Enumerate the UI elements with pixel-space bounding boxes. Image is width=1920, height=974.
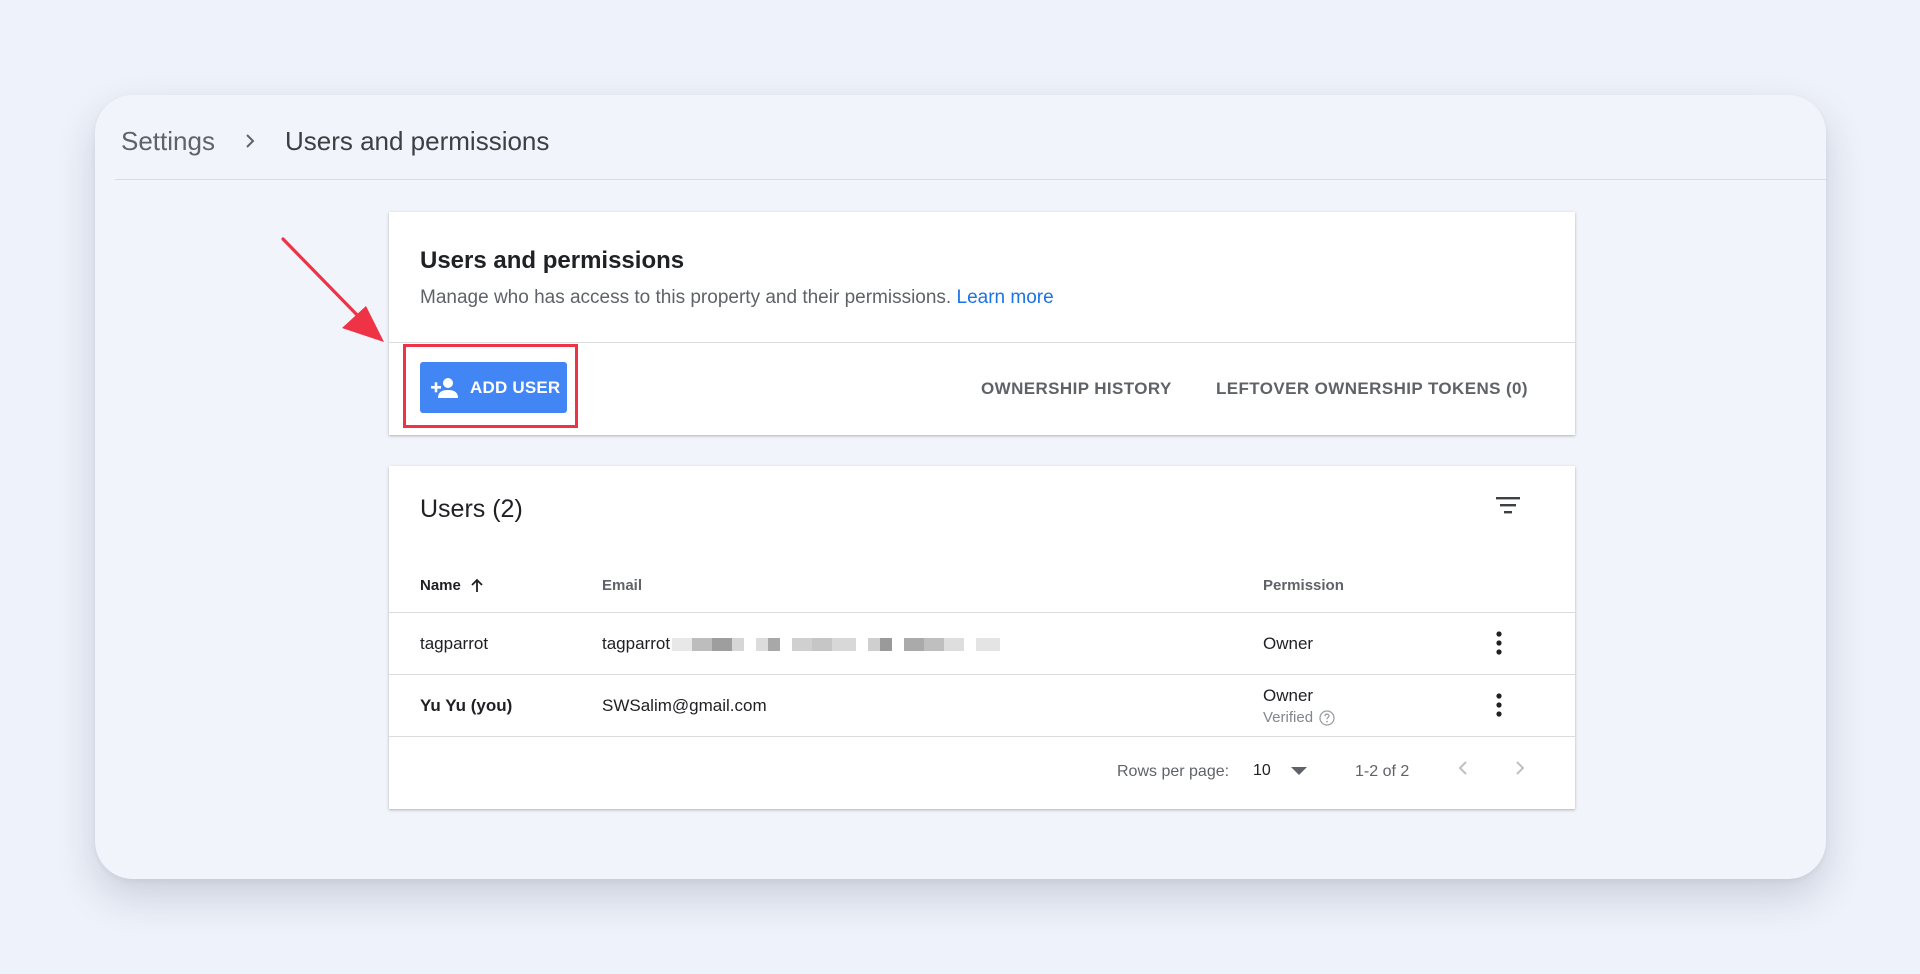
column-name-label: Name (420, 577, 461, 594)
person-add-icon (430, 376, 460, 400)
rows-per-page-label: Rows per page: (1117, 763, 1230, 780)
dropdown-triangle-icon (1290, 767, 1307, 775)
user-name: Yu Yu (you) (420, 696, 513, 715)
learn-more-link[interactable]: Learn more (957, 287, 1054, 308)
help-icon[interactable] (1319, 709, 1335, 726)
row-divider (389, 736, 1575, 737)
page-range: 1-2 of 2 (1355, 763, 1410, 780)
app-window: Settings Users and permissions Users and… (95, 95, 1826, 879)
card-title: Users and permissions (420, 247, 685, 274)
column-header-permission: Permission (1263, 577, 1344, 594)
chevron-left-icon[interactable] (1449, 754, 1477, 782)
chevron-right-icon[interactable] (1506, 754, 1534, 782)
users-table-card: Users (2) Name Email Permission tagparro… (389, 466, 1575, 809)
breadcrumb: Settings Users and permissions (121, 119, 549, 163)
breadcrumb-current: Users and permissions (284, 125, 550, 156)
description-text: Manage who has access to this property a… (420, 287, 952, 308)
user-name: tagparrot (420, 634, 489, 653)
user-permission: Owner (1263, 686, 1314, 705)
chevron-right-icon (235, 126, 265, 156)
breadcrumb-settings-link[interactable]: Settings (121, 126, 215, 157)
add-user-label: ADD USER (470, 377, 561, 397)
header-divider (115, 179, 1826, 180)
pointer-arrow-icon (281, 237, 384, 342)
header-row-divider (389, 612, 1575, 613)
row-divider (389, 674, 1575, 675)
filter-icon[interactable] (1494, 494, 1522, 518)
user-permission: Owner (1263, 634, 1314, 653)
user-email: tagparrot (602, 634, 1001, 654)
add-user-button[interactable]: ADD USER (420, 362, 567, 413)
more-vert-icon[interactable] (1487, 691, 1511, 719)
card-divider (389, 342, 1575, 343)
rows-per-page-value: 10 (1253, 762, 1271, 779)
users-title: Users (2) (420, 495, 523, 523)
rows-per-page-select[interactable]: 10 (1253, 756, 1315, 786)
redacted-email-block (672, 638, 1001, 652)
verified-status: Verified (1263, 709, 1335, 726)
leftover-tokens-button[interactable]: LEFTOVER OWNERSHIP TOKENS (0) (1216, 379, 1528, 399)
users-permissions-card: Users and permissions Manage who has acc… (389, 212, 1575, 435)
arrow-up-icon (469, 578, 485, 594)
more-vert-icon[interactable] (1487, 629, 1511, 657)
column-header-email: Email (602, 577, 643, 594)
user-email: SWSalim@gmail.com (602, 696, 767, 715)
column-header-name[interactable]: Name (420, 577, 485, 594)
card-description: Manage who has access to this property a… (420, 287, 1054, 309)
ownership-history-button[interactable]: OWNERSHIP HISTORY (981, 379, 1172, 399)
